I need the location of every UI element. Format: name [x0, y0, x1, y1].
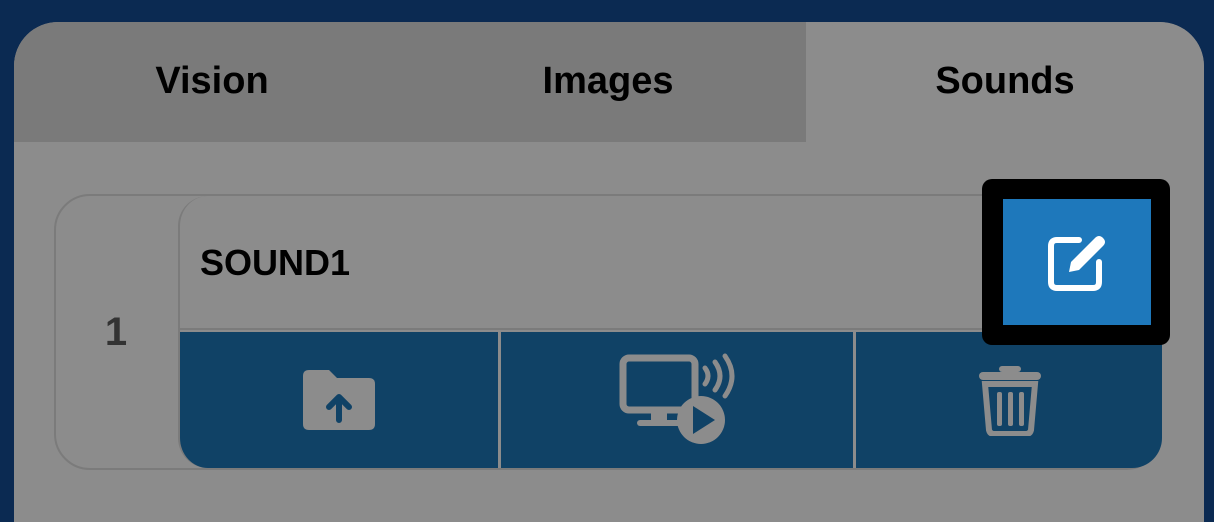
tab-vision[interactable]: Vision: [14, 22, 410, 142]
folder-upload-icon: [303, 370, 375, 430]
screen-play-icon: [619, 353, 735, 444]
delete-sound-button[interactable]: [856, 332, 1162, 468]
upload-sound-button[interactable]: [180, 332, 498, 468]
tab-images[interactable]: Images: [410, 22, 806, 142]
sound-actions-bar: [180, 332, 1162, 468]
trash-icon: [979, 366, 1041, 436]
sound-name: SOUND1: [200, 242, 351, 283]
tab-bar: Vision Images Sounds: [14, 22, 1204, 142]
tab-sounds[interactable]: Sounds: [806, 22, 1204, 142]
edit-sound-button[interactable]: [1003, 199, 1151, 325]
sound-index: 1: [104, 309, 128, 354]
edit-icon: [1048, 236, 1105, 291]
play-sound-button[interactable]: [501, 332, 853, 468]
